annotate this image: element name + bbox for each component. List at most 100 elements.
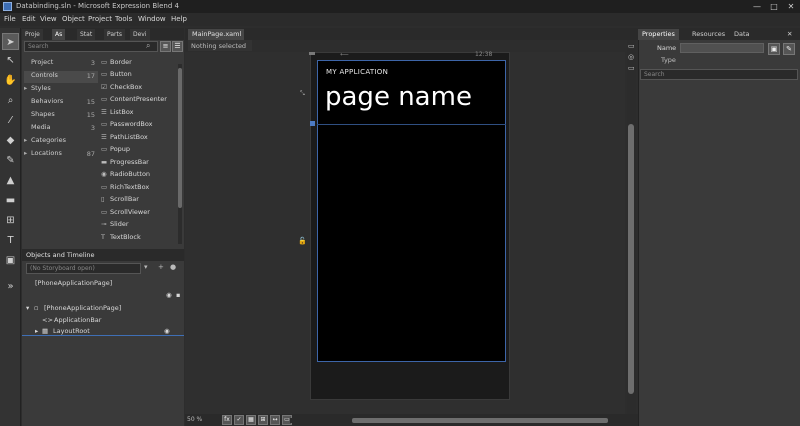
asset-item[interactable]: ☰ PathListBox bbox=[101, 133, 177, 145]
snap-grid-button[interactable]: ⊞ bbox=[258, 415, 268, 425]
lock-icon[interactable]: ▪ bbox=[176, 291, 180, 299]
close-icon[interactable]: ✕ bbox=[783, 29, 796, 40]
gradient-icon[interactable]: ▲ bbox=[2, 172, 19, 189]
asset-item[interactable]: ▬ ProgressBar bbox=[101, 158, 177, 170]
zoom-icon[interactable]: ⌕ bbox=[2, 92, 19, 109]
effects-toggle-button[interactable]: fx bbox=[222, 415, 232, 425]
selection-indicator bbox=[22, 335, 184, 336]
category-locations[interactable]: ▸ Locations 87 bbox=[24, 149, 98, 161]
tab-data[interactable]: Data bbox=[730, 29, 754, 40]
tab-projects[interactable]: Proje bbox=[22, 29, 43, 40]
phone-corner-marker bbox=[309, 52, 315, 55]
properties-search-input[interactable]: Search bbox=[640, 69, 798, 80]
category-controls[interactable]: Controls 17 bbox=[24, 71, 98, 83]
control-icon: ▭ bbox=[101, 120, 108, 128]
name-input[interactable] bbox=[680, 43, 764, 53]
storyboard-options-icon[interactable]: ▾ bbox=[144, 263, 148, 271]
tab-device[interactable]: Devi bbox=[130, 29, 150, 40]
view-design-icon[interactable]: ◎ bbox=[628, 53, 634, 61]
tab-parts[interactable]: Parts bbox=[104, 29, 125, 40]
text-icon[interactable]: T bbox=[2, 232, 19, 249]
asset-item[interactable]: T TextBlock bbox=[101, 233, 177, 245]
tree-item-applicationbar[interactable]: ApplicationBar bbox=[54, 316, 101, 324]
eye-icon[interactable]: ◉ bbox=[166, 291, 172, 299]
category-behaviors[interactable]: Behaviors 15 bbox=[24, 97, 98, 109]
lock-icon[interactable]: 🔓 bbox=[298, 237, 307, 245]
asset-item[interactable]: ▯ ScrollBar bbox=[101, 195, 177, 207]
expand-chevron-icon[interactable]: ▾ bbox=[26, 304, 29, 312]
menu-help[interactable]: Help bbox=[171, 15, 187, 23]
menu-project[interactable]: Project bbox=[88, 15, 112, 23]
tree-item-layoutroot[interactable]: LayoutRoot bbox=[53, 327, 90, 335]
add-storyboard-icon[interactable]: + bbox=[158, 263, 164, 271]
asset-item[interactable]: ▭ Border bbox=[101, 58, 177, 70]
events-view-button[interactable]: ✎ bbox=[783, 43, 795, 55]
tree-root-item[interactable]: [PhoneApplicationPage] bbox=[35, 279, 112, 287]
view-split-icon[interactable]: ▭ bbox=[628, 42, 635, 50]
rectangle-icon[interactable]: ▬ bbox=[2, 192, 19, 209]
category-categories[interactable]: ▸ Categories bbox=[24, 136, 98, 148]
assets-search-input[interactable]: Search bbox=[24, 41, 158, 52]
category-media[interactable]: Media 3 bbox=[24, 123, 98, 135]
grid-icon[interactable]: ⊞ bbox=[2, 212, 19, 229]
assets-panel: Proje As Stat Parts Devi Search ⌕ ≡ ☰ Pr… bbox=[22, 28, 184, 426]
menu-object[interactable]: Object bbox=[62, 15, 85, 23]
assets-icon[interactable]: ▣ bbox=[2, 252, 19, 269]
menu-window[interactable]: Window bbox=[138, 15, 166, 23]
snap-lines-button[interactable]: ↔ bbox=[270, 415, 280, 425]
asset-item[interactable]: ☰ ListBox bbox=[101, 108, 177, 120]
asset-item[interactable]: ▭ Popup bbox=[101, 145, 177, 157]
direct-selection-icon[interactable]: ↖ bbox=[2, 52, 19, 69]
tab-mainpage-xaml[interactable]: MainPage.xaml bbox=[188, 29, 244, 40]
eyedropper-icon[interactable]: ⁄ bbox=[2, 112, 19, 129]
menu-bar: File Edit View Object Project Tools Wind… bbox=[0, 13, 800, 26]
category-project[interactable]: Project 3 bbox=[24, 58, 98, 70]
view-xaml-icon[interactable]: ▭ bbox=[628, 64, 635, 72]
grid-line-marker[interactable] bbox=[310, 121, 315, 126]
close-storyboard-icon[interactable]: ● bbox=[170, 263, 176, 271]
zoom-level[interactable]: 50 % bbox=[187, 416, 202, 423]
maximize-button[interactable]: □ bbox=[767, 1, 781, 12]
tab-resources[interactable]: Resources bbox=[688, 29, 729, 40]
menu-tools[interactable]: Tools bbox=[115, 15, 132, 23]
menu-edit[interactable]: Edit bbox=[22, 15, 36, 23]
properties-view-button[interactable]: ▣ bbox=[768, 43, 780, 55]
close-button[interactable]: ✕ bbox=[784, 1, 798, 12]
asset-item[interactable]: ▭ RichTextBox bbox=[101, 183, 177, 195]
eye-icon[interactable]: ◉ bbox=[164, 327, 170, 335]
category-styles[interactable]: ▸ Styles bbox=[24, 84, 98, 96]
tab-assets[interactable]: As bbox=[52, 29, 66, 40]
expand-icon[interactable]: » bbox=[2, 278, 19, 295]
asset-item[interactable]: ▭ ScrollViewer bbox=[101, 208, 177, 220]
menu-file[interactable]: File bbox=[4, 15, 16, 23]
pan-hand-icon[interactable]: ✋ bbox=[2, 72, 19, 89]
fx-render-button[interactable]: ✓ bbox=[234, 415, 244, 425]
category-shapes[interactable]: Shapes 15 bbox=[24, 110, 98, 122]
asset-item[interactable]: ▭ Button bbox=[101, 70, 177, 82]
resize-handle-icon[interactable]: ⤡ bbox=[300, 90, 305, 98]
grid-view-button[interactable]: ☰ bbox=[172, 41, 183, 52]
objects-toolbar: ▾ + ● bbox=[142, 263, 182, 274]
storyboard-selector[interactable]: (No Storyboard open) bbox=[26, 263, 141, 274]
objects-timeline-header: Objects and Timeline bbox=[22, 249, 184, 261]
canvas-vertical-scroll-thumb[interactable] bbox=[628, 124, 634, 394]
tree-item-page[interactable]: [PhoneApplicationPage] bbox=[44, 304, 121, 312]
brush-icon[interactable]: ✎ bbox=[2, 152, 19, 169]
tab-properties[interactable]: Properties bbox=[638, 29, 679, 40]
minimize-button[interactable]: — bbox=[750, 1, 764, 12]
asset-item[interactable]: ◉ RadioButton bbox=[101, 170, 177, 182]
menu-view[interactable]: View bbox=[40, 15, 57, 23]
paint-bucket-icon[interactable]: ◆ bbox=[2, 132, 19, 149]
canvas-horizontal-scroll-thumb[interactable] bbox=[352, 418, 608, 423]
asset-item[interactable]: ⊸ Slider bbox=[101, 220, 177, 232]
expand-chevron-icon[interactable]: ▸ bbox=[35, 327, 38, 335]
list-view-button[interactable]: ≡ bbox=[160, 41, 171, 52]
asset-item[interactable]: ▭ PasswordBox bbox=[101, 120, 177, 132]
asset-list-scroll-thumb[interactable] bbox=[178, 68, 182, 208]
properties-panel bbox=[638, 28, 800, 426]
tab-states[interactable]: Stat bbox=[77, 29, 96, 40]
selection-arrow-icon[interactable]: ➤ bbox=[2, 33, 19, 50]
grid-toggle-button[interactable]: ▦ bbox=[246, 415, 256, 425]
asset-item[interactable]: ☑ CheckBox bbox=[101, 83, 177, 95]
asset-item[interactable]: ▭ ContentPresenter bbox=[101, 95, 177, 107]
